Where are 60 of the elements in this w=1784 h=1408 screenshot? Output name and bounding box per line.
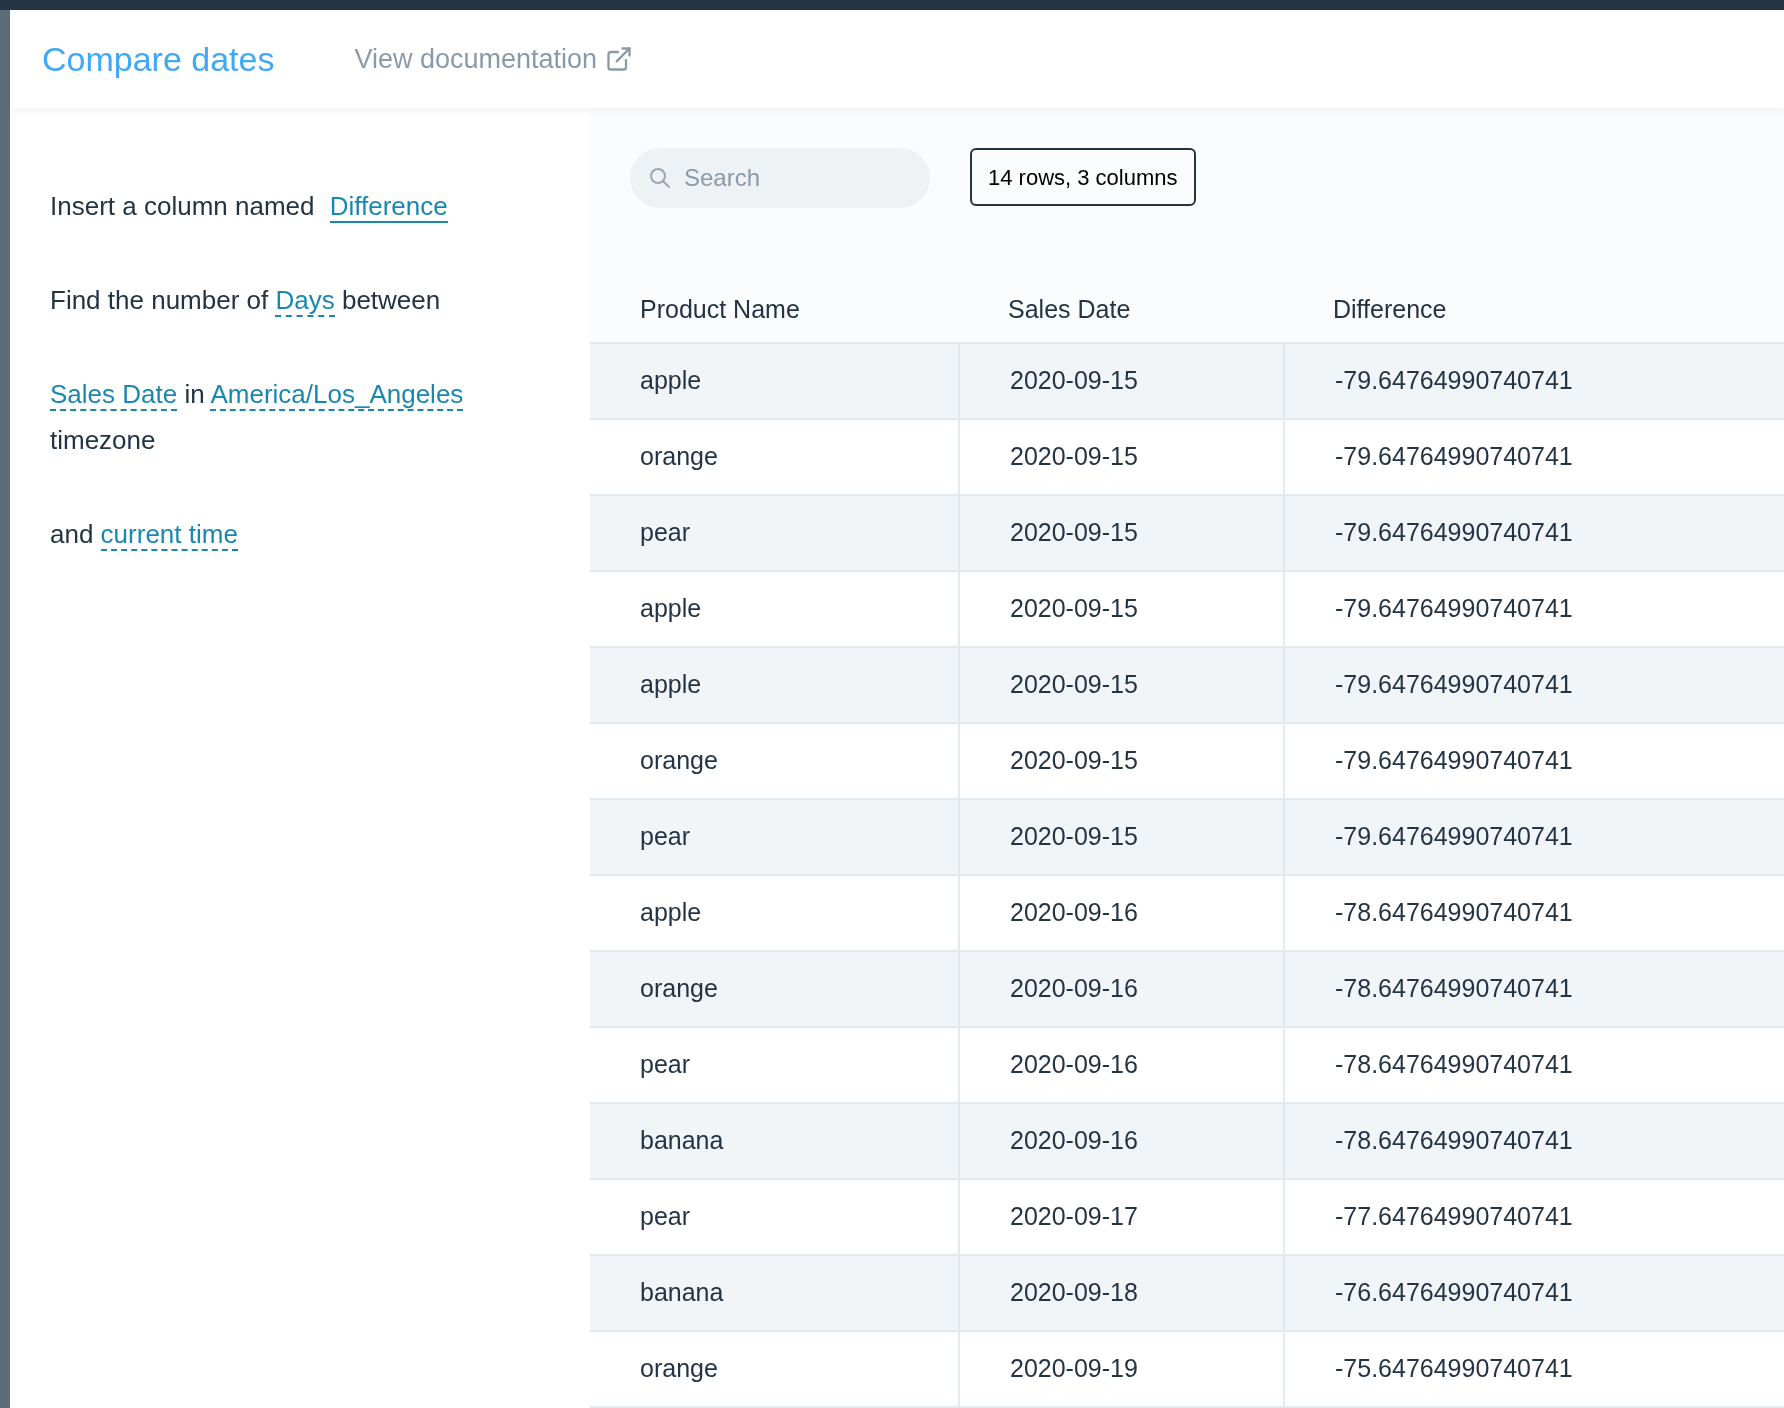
search-icon [648,166,672,190]
table-cell: -79.64764990740741 [1283,800,1784,874]
table-cell: 2020-09-15 [958,800,1283,874]
table-cell-text: pear [639,517,692,549]
external-link-icon [605,45,634,73]
page-title: Compare dates [42,38,275,80]
table-cell: -77.64764990740741 [1283,1180,1784,1254]
table-cell: -79.64764990740741 [1283,420,1784,494]
table-cell-text: apple [639,669,703,701]
table-cell: -78.64764990740741 [1283,876,1784,950]
table-cell: 2020-09-15 [958,724,1283,798]
column-header[interactable]: Product Name [590,291,958,329]
option-link[interactable]: current time [100,519,238,551]
table-cell-text: pear [639,1049,692,1081]
column-name-link[interactable]: Difference [329,191,448,223]
option-link[interactable]: Sales Date [50,379,178,411]
table-cell-text: orange [639,973,719,1005]
row-column-count: 14 rows, 3 columns [970,148,1196,206]
table-cell: -78.64764990740741 [1283,1104,1784,1178]
table-cell: 2020-09-16 [958,876,1283,950]
table-cell: 2020-09-17 [958,1180,1283,1254]
table-cell: 2020-09-15 [958,496,1283,570]
search-field[interactable]: Search [630,148,930,208]
table-cell-text: apple [639,365,703,397]
table-cell-text: banana [639,1277,725,1309]
documentation-link[interactable]: View documentation [354,38,634,80]
instruction-text: Find the number of Days between [50,284,442,319]
table-cell-text: orange [639,1353,719,1385]
table-cell-text: orange [639,441,719,473]
table-cell-text: pear [639,821,692,853]
table-cell-text: banana [639,1125,725,1157]
column-header[interactable]: Sales Date [958,291,1283,329]
table-cell-text: apple [639,897,703,929]
table-cell: -78.64764990740741 [1283,1028,1784,1102]
table-cell-text: pear [639,1201,692,1233]
column-header[interactable]: Difference [1283,291,1784,329]
table-cell: -79.64764990740741 [1283,344,1784,418]
table-cell: 2020-09-15 [958,420,1283,494]
table-cell: 2020-09-19 [958,1332,1283,1406]
table-cell: 2020-09-15 [958,648,1283,722]
table-cell: -79.64764990740741 [1283,572,1784,646]
table-cell: -78.64764990740741 [1283,952,1784,1026]
table-cell-text: apple [639,593,703,625]
table-cell: -79.64764990740741 [1283,496,1784,570]
instruction-text: Sales Date in America/Los_Angeles timezone [50,378,465,457]
table-cell: 2020-09-15 [958,344,1283,418]
option-link[interactable]: Days [275,285,335,317]
instruction-text: Insert a column named Difference [50,190,449,225]
table-cell: -79.64764990740741 [1283,724,1784,798]
option-link[interactable]: America/Los_Angeles [210,379,464,411]
table-cell: 2020-09-16 [958,952,1283,1026]
table-cell-text: orange [639,745,719,777]
table-cell: 2020-09-16 [958,1028,1283,1102]
table-cell: 2020-09-18 [958,1256,1283,1330]
table-cell: 2020-09-15 [958,572,1283,646]
table-cell: -76.64764990740741 [1283,1256,1784,1330]
table-cell: -75.64764990740741 [1283,1332,1784,1406]
table-cell: -79.64764990740741 [1283,648,1784,722]
table-cell: 2020-09-16 [958,1104,1283,1178]
instruction-text: and current time [50,518,239,553]
